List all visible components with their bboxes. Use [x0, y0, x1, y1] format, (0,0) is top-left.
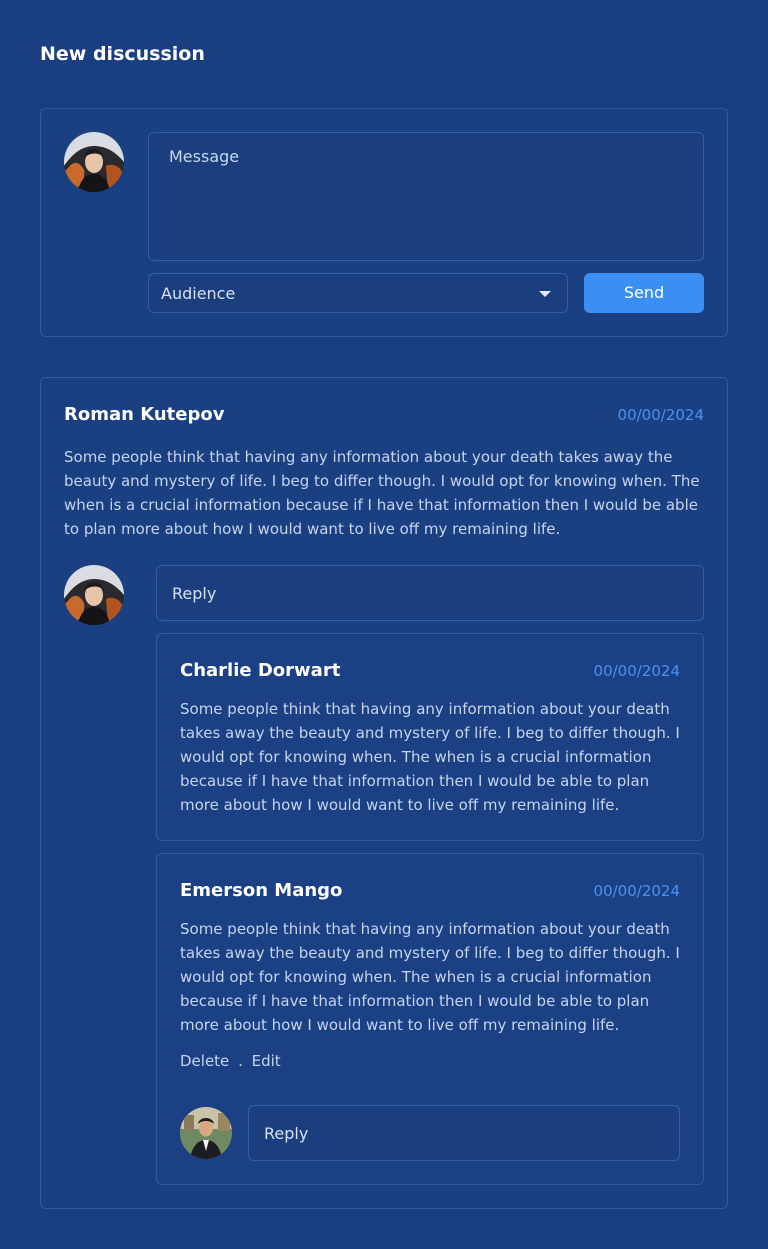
reply-author: Emerson Mango — [180, 880, 343, 901]
audience-select[interactable]: Audience — [148, 273, 568, 313]
send-button[interactable]: Send — [584, 273, 704, 313]
nested-reply-avatar — [180, 1107, 232, 1159]
reply-text: Some people think that having any inform… — [180, 920, 680, 1034]
reply-actions: Delete . Edit — [180, 1051, 281, 1071]
chevron-down-icon — [539, 291, 551, 297]
thread-author: Roman Kutepov — [64, 404, 225, 425]
actions-separator: . — [238, 1052, 243, 1070]
reply-text: Some people think that having any inform… — [180, 700, 680, 814]
thread-text: Some people think that having any inform… — [64, 448, 700, 538]
message-placeholder: Message — [169, 147, 240, 166]
reply-date: 00/00/2024 — [593, 882, 680, 900]
thread-date: 00/00/2024 — [617, 406, 704, 424]
reply-date: 00/00/2024 — [593, 662, 680, 680]
edit-link[interactable]: Edit — [252, 1052, 281, 1070]
reply-user-avatar — [64, 565, 124, 625]
reply-author: Charlie Dorwart — [180, 660, 341, 681]
delete-link[interactable]: Delete — [180, 1052, 229, 1070]
discussion-page: New discussion Message Audience Send Rom… — [0, 0, 768, 1249]
audience-select-label: Audience — [161, 284, 236, 303]
page-title: New discussion — [40, 43, 205, 65]
reply-placeholder: Reply — [264, 1124, 309, 1143]
nested-reply-input[interactable]: Reply — [248, 1105, 680, 1161]
thread-reply-input[interactable]: Reply — [156, 565, 704, 621]
message-textarea[interactable]: Message — [148, 132, 704, 261]
reply-placeholder: Reply — [172, 584, 217, 603]
current-user-avatar — [64, 132, 124, 192]
